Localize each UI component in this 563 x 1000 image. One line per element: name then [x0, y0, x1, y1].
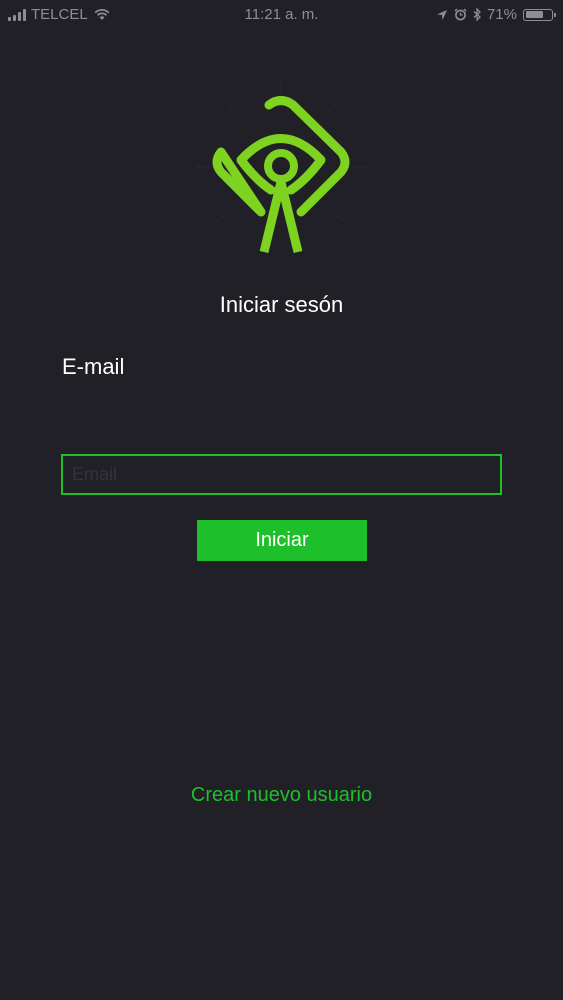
page-title: Iniciar sesón	[219, 292, 344, 317]
location-icon	[436, 9, 447, 20]
eye-person-logo	[196, 82, 366, 254]
battery-icon	[523, 8, 556, 21]
status-right: 71%	[436, 6, 556, 23]
status-bar: TELCEL 11:21 a. m. 71%	[0, 0, 563, 30]
battery-nub	[554, 12, 556, 17]
email-field[interactable]	[61, 454, 502, 495]
create-user-link[interactable]: Crear nuevo usuario	[0, 784, 563, 807]
login-button[interactable]: Iniciar	[197, 520, 367, 561]
bluetooth-icon	[473, 8, 481, 21]
email-label: E-mail	[62, 354, 125, 379]
alarm-icon	[454, 8, 467, 21]
battery-percent: 71%	[486, 6, 517, 23]
battery-fill	[525, 11, 543, 18]
